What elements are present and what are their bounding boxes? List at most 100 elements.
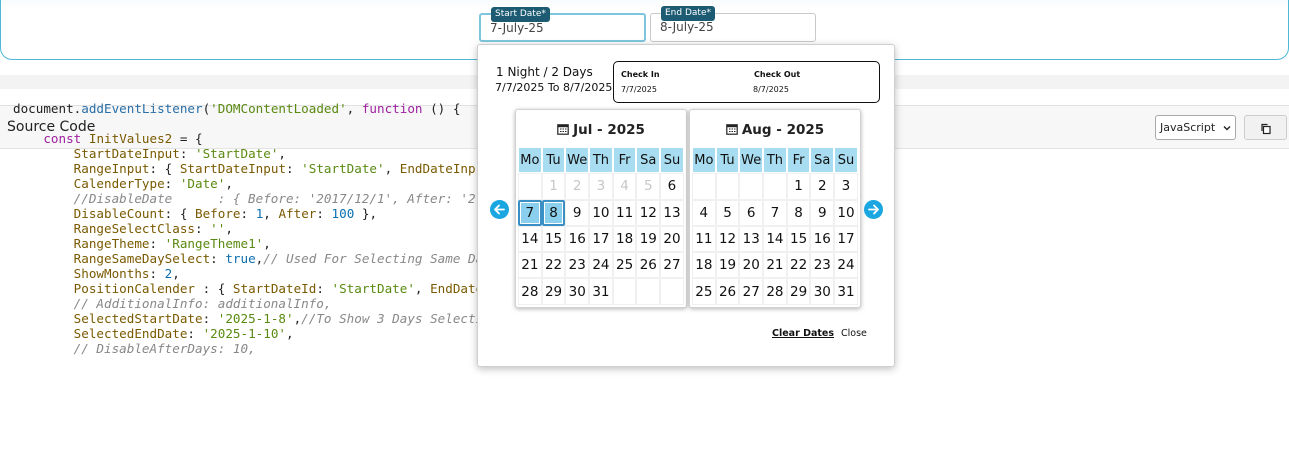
close-button[interactable]: Close	[841, 328, 867, 339]
day-cell[interactable]: 18	[692, 252, 716, 279]
day-cell[interactable]: 30	[810, 278, 835, 305]
day-cell[interactable]: 30	[565, 278, 590, 305]
range-summary: 7/7/2025 To 8/7/2025	[495, 81, 613, 94]
language-select[interactable]: JavaScript	[1155, 115, 1236, 140]
day-cell[interactable]: 17	[589, 225, 613, 253]
code-token: :	[316, 281, 332, 296]
day-cell[interactable]: 8	[786, 199, 811, 226]
day-cell[interactable]: 29	[786, 278, 811, 305]
code-token: },	[354, 206, 378, 221]
code-token: StartDateInput	[73, 146, 180, 161]
code-token: // Used For Selecting Same Date	[263, 251, 499, 266]
day-cell[interactable]: 12	[636, 199, 661, 226]
code-token: ,	[414, 281, 431, 296]
empty-day-cell	[612, 278, 637, 305]
day-cell[interactable]: 21	[518, 252, 542, 279]
code-token: ,	[225, 221, 233, 236]
day-cell[interactable]: 14	[763, 225, 787, 253]
day-cell[interactable]: 15	[541, 225, 566, 253]
code-token: 'StartDate'	[331, 281, 415, 296]
day-cell[interactable]: 31	[834, 278, 858, 305]
code-token: CalenderType	[73, 176, 165, 191]
weekday-header: We	[565, 147, 590, 174]
week-row: 25 26 27 28 29 30 31	[692, 278, 858, 305]
day-cell[interactable]: 1	[786, 173, 811, 200]
code-token: :	[240, 206, 256, 221]
calendar-icon	[726, 124, 738, 135]
code-token: Before	[195, 206, 241, 221]
weekday-header: We	[739, 147, 764, 174]
day-cell[interactable]: 22	[786, 252, 811, 279]
day-cell[interactable]: 11	[612, 199, 637, 226]
day-cell[interactable]: 20	[660, 225, 684, 253]
next-month-button[interactable]	[864, 200, 883, 219]
code-token: 'DOMContentLoaded'	[210, 101, 347, 116]
day-cell[interactable]: 27	[739, 278, 764, 305]
code-token: function	[361, 101, 423, 116]
day-cell[interactable]: 24	[589, 252, 613, 279]
arrow-left-icon	[494, 204, 505, 215]
code-token: 'Date'	[179, 176, 226, 191]
selected-day-cell[interactable]: 8	[541, 199, 566, 226]
day-cell[interactable]: 7	[763, 199, 787, 226]
day-cell[interactable]: 27	[660, 252, 684, 279]
day-cell[interactable]: 29	[541, 278, 566, 305]
day-cell[interactable]: 21	[763, 252, 787, 279]
day-cell[interactable]: 12	[715, 225, 740, 253]
day-cell[interactable]: 19	[636, 225, 661, 253]
day-cell[interactable]: 20	[739, 252, 764, 279]
end-date-field[interactable]: End Date* 8-July-25	[650, 6, 816, 42]
day-cell[interactable]: 17	[834, 225, 858, 253]
day-cell[interactable]: 31	[589, 278, 613, 305]
day-cell[interactable]: 10	[589, 199, 613, 226]
code-token: 'RangeTheme1'	[164, 236, 264, 251]
code-token: ,	[346, 101, 362, 116]
day-cell[interactable]: 9	[565, 199, 590, 226]
code-token: true	[225, 251, 256, 266]
code-token: SelectedStartDate	[73, 311, 203, 326]
day-cell[interactable]: 25	[692, 278, 716, 305]
code-token: '2025-1-8'	[217, 311, 294, 326]
week-row: 21 22 23 24 25 26 27	[518, 252, 684, 279]
day-cell[interactable]: 4	[692, 199, 716, 226]
code-token: :	[179, 146, 195, 161]
code-token: ''	[210, 221, 226, 236]
day-cell[interactable]: 15	[786, 225, 811, 253]
day-cell[interactable]: 28	[763, 278, 787, 305]
day-cell[interactable]: 26	[636, 252, 661, 279]
clear-dates-button[interactable]: Clear Dates	[772, 328, 834, 339]
prev-month-button[interactable]	[490, 200, 509, 219]
day-cell[interactable]: 6	[660, 173, 684, 200]
day-cell[interactable]: 26	[715, 278, 740, 305]
day-cell[interactable]: 28	[518, 278, 542, 305]
day-cell[interactable]: 9	[810, 199, 835, 226]
day-cell[interactable]: 23	[565, 252, 590, 279]
day-cell[interactable]: 6	[739, 199, 764, 226]
selected-day-cell[interactable]: 7	[518, 199, 542, 226]
day-cell[interactable]: 13	[660, 199, 684, 226]
day-cell[interactable]: 23	[810, 252, 835, 279]
day-cell[interactable]: 5	[715, 199, 740, 226]
day-cell[interactable]: 22	[541, 252, 566, 279]
day-cell[interactable]: 24	[834, 252, 858, 279]
copy-button[interactable]	[1244, 115, 1287, 140]
day-cell[interactable]: 18	[612, 225, 637, 253]
day-cell[interactable]: 16	[565, 225, 590, 253]
day-cell[interactable]: 10	[834, 199, 858, 226]
day-cell[interactable]: 25	[612, 252, 637, 279]
day-cell[interactable]: 16	[810, 225, 835, 253]
chevron-down-icon	[1223, 126, 1231, 131]
day-cell[interactable]: 11	[692, 225, 716, 253]
day-cell[interactable]: 19	[715, 252, 740, 279]
code-token: ,	[263, 236, 271, 251]
start-date-field[interactable]: Start Date* 7-July-25	[479, 7, 646, 42]
day-cell[interactable]: 14	[518, 225, 542, 253]
day-cell[interactable]: 13	[739, 225, 764, 253]
day-cell[interactable]: 2	[810, 173, 835, 200]
day-grid: Mo Tu We Th Fr Sa Su 1 2 3 4 5 6 7 8 9 10 11 12 13 14 15 16 17 1…	[518, 147, 684, 305]
day-cell[interactable]: 3	[834, 173, 858, 200]
weekday-header: Mo	[692, 147, 716, 174]
